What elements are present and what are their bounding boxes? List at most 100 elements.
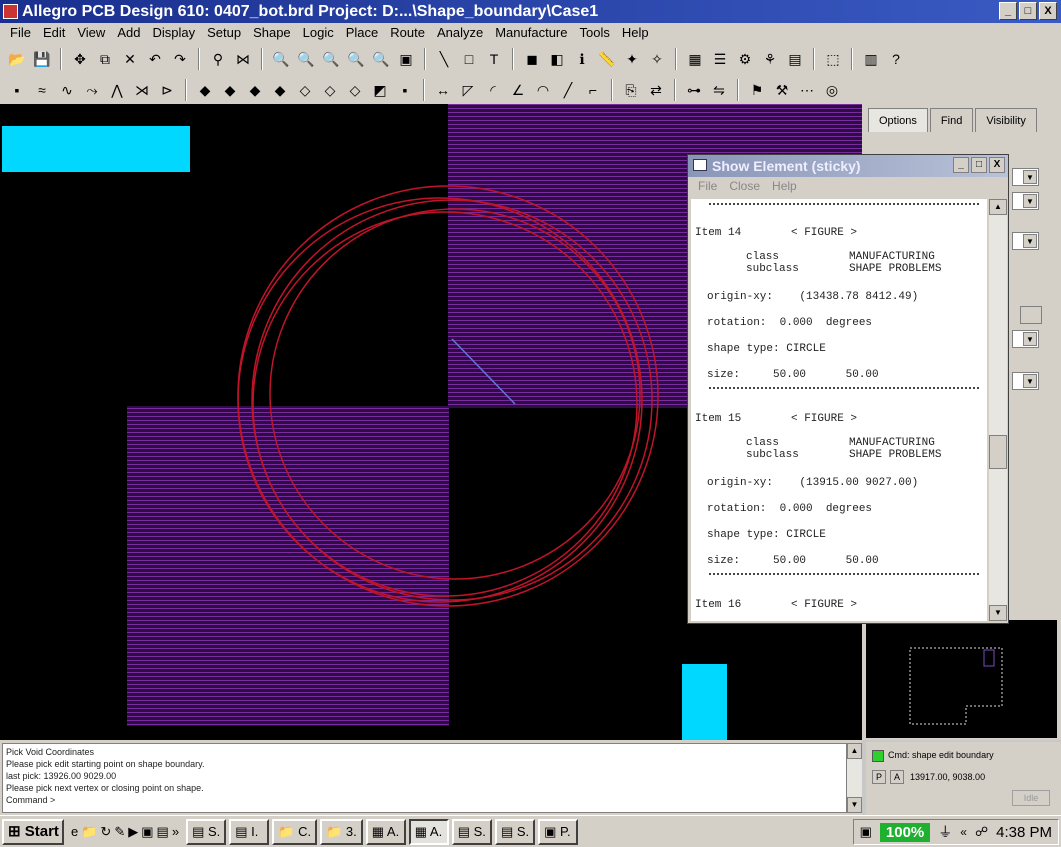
dehighlight-icon[interactable]: ✧ bbox=[646, 48, 668, 70]
chamfer-icon[interactable]: ◸ bbox=[457, 79, 479, 101]
dialog-minimize-button[interactable]: _ bbox=[953, 157, 969, 173]
scroll-up-icon[interactable]: ▲ bbox=[847, 743, 862, 759]
taskbar-button[interactable]: ▤ S. bbox=[494, 818, 536, 845]
world-view-minimap[interactable] bbox=[866, 620, 1057, 738]
spif-icon[interactable]: ⚘ bbox=[759, 48, 781, 70]
media-icon[interactable]: ▶ bbox=[128, 824, 138, 840]
shape-rect-icon[interactable]: ◆ bbox=[219, 79, 241, 101]
line-icon[interactable]: ╱ bbox=[557, 79, 579, 101]
constraint-icon[interactable]: ⚙ bbox=[734, 48, 756, 70]
delete-icon[interactable]: ✕ bbox=[119, 48, 141, 70]
layer-dropdown[interactable]: ▼ bbox=[1012, 168, 1039, 186]
tab-find[interactable]: Find bbox=[929, 108, 974, 132]
shape-select-icon[interactable]: ◆ bbox=[269, 79, 291, 101]
edit-boundary-icon[interactable]: ◩ bbox=[369, 79, 391, 101]
refresh-icon[interactable]: ↻ bbox=[100, 824, 111, 840]
add-connect-icon[interactable]: ▪ bbox=[6, 79, 28, 101]
dimension-icon[interactable]: ↔ bbox=[432, 79, 454, 101]
options-button[interactable] bbox=[1020, 306, 1042, 324]
maximize-button[interactable]: □ bbox=[1019, 2, 1037, 20]
scroll-up-icon[interactable]: ▲ bbox=[989, 199, 1007, 215]
tray-app-icon[interactable]: ▣ bbox=[860, 824, 872, 840]
close-button[interactable]: X bbox=[1039, 2, 1057, 20]
zoom-in-icon[interactable]: 🔍 bbox=[295, 48, 317, 70]
add-rect-icon[interactable]: □ bbox=[458, 48, 480, 70]
dialog-title-bar[interactable]: Show Element (sticky) _ □ X bbox=[688, 155, 1008, 177]
menu-add[interactable]: Add bbox=[111, 23, 146, 43]
menu-logic[interactable]: Logic bbox=[297, 23, 340, 43]
net-logic-icon[interactable]: ⊶ bbox=[683, 79, 705, 101]
fanout-icon[interactable]: ⊳ bbox=[156, 79, 178, 101]
void-rect-icon[interactable]: ◇ bbox=[319, 79, 341, 101]
delay-tune-icon[interactable]: ∿ bbox=[56, 79, 78, 101]
custom-smooth-icon[interactable]: ⤳ bbox=[81, 79, 103, 101]
dialog-menu-file[interactable]: File bbox=[692, 177, 723, 195]
dialog-menu-help[interactable]: Help bbox=[766, 177, 803, 195]
menu-shape[interactable]: Shape bbox=[247, 23, 297, 43]
assign-icon[interactable]: ⚑ bbox=[746, 79, 768, 101]
void-dropdown[interactable]: ▼ bbox=[1012, 372, 1039, 390]
place-icon[interactable]: ⬚ bbox=[822, 48, 844, 70]
spectra-icon[interactable]: ◎ bbox=[821, 79, 843, 101]
app-icon[interactable]: ▣ bbox=[141, 824, 153, 840]
taskbar-button[interactable]: ▣ P. bbox=[538, 818, 579, 845]
subclass-dropdown[interactable]: ▼ bbox=[1012, 192, 1039, 210]
taskbar-button[interactable]: ▤ I. bbox=[229, 818, 270, 845]
p-button[interactable]: P bbox=[872, 770, 886, 784]
help-icon[interactable]: ? bbox=[885, 48, 907, 70]
redo-icon[interactable]: ↷ bbox=[169, 48, 191, 70]
taskbar-button[interactable]: ▦ A. bbox=[365, 818, 406, 845]
shadow-icon[interactable]: ◧ bbox=[546, 48, 568, 70]
manual-void-icon[interactable]: ▪ bbox=[394, 79, 416, 101]
dialog-maximize-button[interactable]: □ bbox=[971, 157, 987, 173]
dialog-menu-close[interactable]: Close bbox=[723, 177, 766, 195]
tab-options[interactable]: Options bbox=[868, 108, 928, 132]
add-text-icon[interactable]: T bbox=[483, 48, 505, 70]
menu-help[interactable]: Help bbox=[616, 23, 655, 43]
tab-visibility[interactable]: Visibility bbox=[975, 108, 1037, 132]
taskbar-button[interactable]: ▦ A. bbox=[408, 818, 449, 845]
measure-icon[interactable]: 📏 bbox=[596, 48, 618, 70]
add-line-icon[interactable]: ╲ bbox=[433, 48, 455, 70]
info-icon[interactable]: ℹ bbox=[571, 48, 593, 70]
shape-add-icon[interactable]: ◆ bbox=[194, 79, 216, 101]
bus-icon[interactable]: ⋯ bbox=[796, 79, 818, 101]
zoom-prev-icon[interactable]: 🔍 bbox=[370, 48, 392, 70]
copy-icon[interactable]: ⧉ bbox=[94, 48, 116, 70]
console-scrollbar[interactable]: ▲ ▼ bbox=[847, 743, 862, 813]
menu-manufacture[interactable]: Manufacture bbox=[489, 23, 573, 43]
app2-icon[interactable]: ▤ bbox=[157, 824, 169, 840]
vertex-icon[interactable]: ⋀ bbox=[106, 79, 128, 101]
fill-dropdown[interactable]: ▼ bbox=[1012, 330, 1039, 348]
zoom-points-icon[interactable]: 🔍 bbox=[270, 48, 292, 70]
menu-analyze[interactable]: Analyze bbox=[431, 23, 489, 43]
menu-display[interactable]: Display bbox=[146, 23, 201, 43]
cmgr-icon[interactable]: ▤ bbox=[784, 48, 806, 70]
undo-icon[interactable]: ↶ bbox=[144, 48, 166, 70]
pen-icon[interactable]: ✎ bbox=[114, 824, 125, 840]
dialog-scrollbar[interactable]: ▲ ▼ bbox=[989, 199, 1007, 621]
network-icon[interactable]: ☍ bbox=[975, 824, 988, 840]
void-circle-icon[interactable]: ◇ bbox=[344, 79, 366, 101]
fillet-icon[interactable]: ◜ bbox=[482, 79, 504, 101]
shape-circle-icon[interactable]: ◆ bbox=[244, 79, 266, 101]
pin-icon[interactable]: ⚲ bbox=[207, 48, 229, 70]
save-icon[interactable]: 💾 bbox=[31, 48, 53, 70]
taskbar-button[interactable]: 📁 C. bbox=[272, 818, 318, 845]
command-console[interactable]: Pick Void Coordinates Please pick edit s… bbox=[2, 743, 847, 813]
start-button[interactable]: ⊞ Start bbox=[2, 818, 64, 845]
taskbar-button[interactable]: ▤ S. bbox=[451, 818, 492, 845]
scroll-thumb[interactable] bbox=[989, 435, 1007, 469]
taskbar-button[interactable]: 📁 3. bbox=[320, 818, 363, 845]
menu-edit[interactable]: Edit bbox=[37, 23, 71, 43]
color-icon[interactable]: ◼ bbox=[521, 48, 543, 70]
tool-icon[interactable]: ⚒ bbox=[771, 79, 793, 101]
menu-file[interactable]: File bbox=[4, 23, 37, 43]
segment-icon[interactable]: ⌐ bbox=[582, 79, 604, 101]
arc-icon[interactable]: ◠ bbox=[532, 79, 554, 101]
minimize-button[interactable]: _ bbox=[999, 2, 1017, 20]
dialog-close-button[interactable]: X bbox=[989, 157, 1005, 173]
tray-chevron-icon[interactable]: « bbox=[960, 825, 967, 839]
scroll-down-icon[interactable]: ▼ bbox=[847, 797, 862, 813]
sub-drawing-icon[interactable]: ⎘ bbox=[620, 79, 642, 101]
